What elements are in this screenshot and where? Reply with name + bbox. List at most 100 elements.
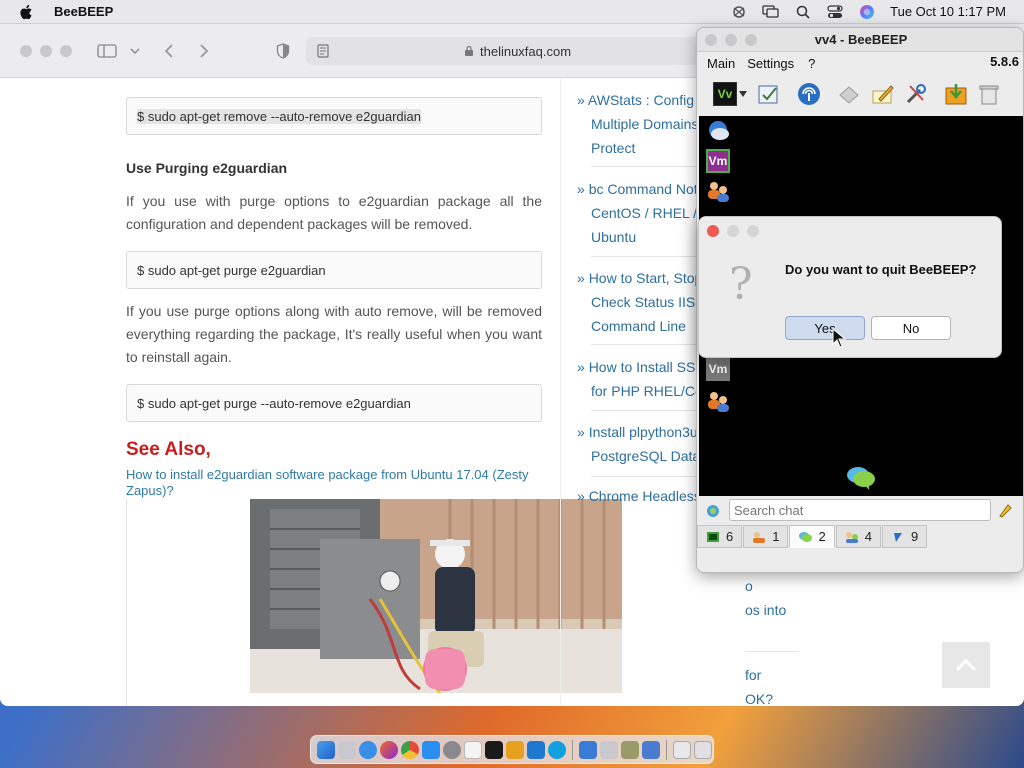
firefox-icon[interactable] (380, 740, 398, 759)
xcode-icon[interactable] (642, 740, 660, 759)
window-close-button[interactable] (705, 34, 717, 46)
dialog-message: Do you want to quit BeeBEEP? (785, 262, 977, 277)
menu-help[interactable]: ? (808, 56, 815, 71)
reader-view-icon[interactable] (316, 44, 330, 58)
user-avatar: Vm (706, 357, 730, 381)
window-minimize-button[interactable] (40, 45, 52, 57)
forward-icon[interactable] (195, 40, 213, 62)
menubar-clock[interactable]: Tue Oct 10 1:17 PM (890, 4, 1006, 19)
chat-item-icon[interactable] (704, 118, 732, 144)
section-heading: Use Purging e2guardian (126, 160, 288, 176)
window-close-button[interactable] (20, 45, 32, 57)
my-profile-button[interactable]: Vv (711, 80, 739, 108)
vscode-icon[interactable] (527, 740, 545, 759)
finder-icon[interactable] (317, 740, 335, 759)
preview-icon[interactable] (600, 740, 618, 759)
active-app-name[interactable]: BeeBEEP (54, 4, 113, 19)
menu-bar: BeeBEEP Tue Oct 10 1:17 PM (0, 0, 1024, 24)
tab-chats[interactable]: 2 (789, 525, 835, 548)
sidebar-link-fragment[interactable]: o (745, 574, 805, 598)
control-center-icon[interactable] (826, 4, 844, 20)
users-tab-icon (707, 531, 719, 542)
screen-mirroring-icon[interactable] (762, 4, 780, 20)
dialog-close-button[interactable] (707, 225, 719, 237)
search-chat-input[interactable] (729, 499, 991, 521)
code-text[interactable]: $ sudo apt-get purge --auto-remove e2gua… (137, 396, 411, 411)
back-icon[interactable] (160, 40, 178, 62)
sidebar-link-fragment[interactable]: OK? (745, 687, 805, 706)
filter-icon[interactable] (705, 503, 721, 524)
pencil-icon[interactable] (869, 80, 897, 108)
chats-tab-icon (799, 531, 813, 542)
tools-icon[interactable] (902, 80, 930, 108)
chevron-down-icon[interactable] (737, 80, 749, 108)
chat-bubbles-icon (845, 464, 877, 495)
edit-notes-icon[interactable] (755, 80, 783, 108)
dialog-minimize-button (727, 225, 739, 237)
group-users-icon[interactable] (704, 388, 732, 414)
launchpad-icon[interactable] (338, 740, 356, 759)
tab-groups[interactable]: 1 (743, 525, 789, 548)
files-tab-icon (893, 532, 902, 542)
code-text[interactable]: $ sudo apt-get purge e2guardian (137, 263, 326, 278)
safari-icon[interactable] (359, 740, 377, 759)
tab-count: 6 (726, 529, 734, 544)
version-label: 5.8.6 (990, 54, 1019, 69)
broadcast-icon[interactable] (835, 80, 863, 108)
trash-icon[interactable] (975, 80, 1003, 108)
documents-stack-icon[interactable] (673, 740, 691, 759)
apple-icon[interactable] (18, 4, 36, 20)
tab-count: 1 (772, 529, 780, 544)
beebeep-tabs: 6 1 2 4 9 (697, 525, 1023, 549)
chrome-icon[interactable] (401, 740, 419, 759)
no-button[interactable]: No (871, 316, 951, 340)
chevron-down-icon[interactable] (128, 40, 142, 62)
trash-dock-icon[interactable] (694, 740, 712, 759)
sidebar-toggle-icon[interactable] (96, 40, 118, 62)
window-minimize-button[interactable] (725, 34, 737, 46)
app-store-icon[interactable] (422, 740, 440, 759)
menu-settings[interactable]: Settings (747, 56, 794, 71)
dock-separator (572, 739, 573, 760)
network-icon[interactable] (795, 80, 823, 108)
sidebar-link-fragment[interactable]: os into (745, 598, 805, 622)
tab-count: 2 (818, 529, 826, 544)
mouse-cursor-icon (832, 328, 846, 348)
tab-group-chats[interactable]: 4 (835, 525, 881, 548)
spotlight-search-icon[interactable] (794, 4, 812, 20)
yes-button[interactable]: Yes (785, 316, 865, 340)
url-text[interactable]: thelinuxfaq.com (480, 44, 571, 59)
chevron-up-icon (955, 658, 977, 672)
tab-users[interactable]: 6 (697, 525, 743, 548)
code-block: $ sudo apt-get purge e2guardian (126, 251, 542, 289)
user-item[interactable]: Vm (704, 148, 732, 174)
beebeep-dock-icon[interactable] (621, 740, 639, 759)
sidebar-link-fragment[interactable]: for (745, 663, 805, 687)
code-text[interactable]: $ sudo apt-get remove --auto-remove e2gu… (137, 109, 421, 124)
window-zoom-button[interactable] (60, 45, 72, 57)
scroll-to-top-button[interactable] (942, 642, 990, 688)
related-article-link[interactable]: How to install e2guardian software packa… (126, 467, 542, 499)
window-zoom-button[interactable] (745, 34, 757, 46)
siri-icon[interactable] (858, 4, 876, 20)
textedit-icon[interactable] (464, 740, 482, 759)
clear-search-icon[interactable] (997, 502, 1013, 523)
beebeep-status-icon[interactable] (730, 4, 748, 20)
downloads-icon[interactable] (579, 740, 597, 759)
privacy-shield-icon[interactable] (274, 40, 292, 62)
skype-icon[interactable] (548, 740, 566, 759)
code-block: $ sudo apt-get remove --auto-remove e2gu… (126, 97, 542, 135)
system-settings-icon[interactable] (443, 740, 461, 759)
group-users-icon[interactable] (704, 178, 732, 204)
groups-tab-icon (753, 531, 766, 543)
user-avatar: Vm (706, 149, 730, 173)
beebeep-toolbar: Vv (697, 76, 1023, 114)
user-item[interactable]: Vm (704, 356, 732, 382)
address-bar[interactable]: thelinuxfaq.com (306, 37, 726, 65)
script-editor-icon[interactable] (506, 740, 524, 759)
menu-main[interactable]: Main (707, 56, 735, 71)
download-folder-icon[interactable] (942, 80, 970, 108)
divider (126, 499, 127, 706)
terminal-icon[interactable] (485, 740, 503, 759)
tab-files[interactable]: 9 (881, 525, 928, 548)
